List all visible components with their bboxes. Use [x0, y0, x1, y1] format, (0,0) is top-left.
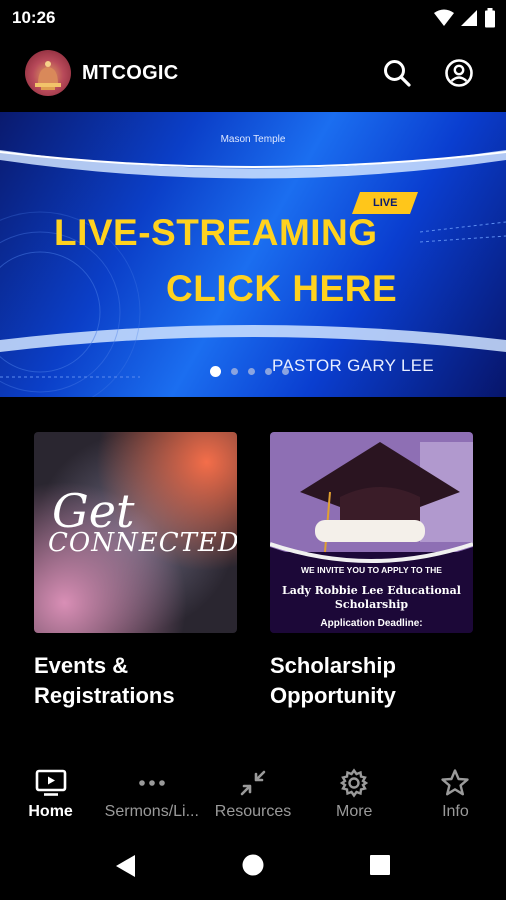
image-text-deadline: Application Deadline: — [320, 618, 423, 629]
account-icon — [445, 59, 473, 87]
card-title: Scholarship Opportunity — [270, 651, 473, 711]
image-text-invite: WE INVITE YOU TO APPLY TO THE — [301, 565, 442, 575]
more-horizontal-icon — [138, 780, 165, 786]
banner-background — [0, 150, 506, 397]
carousel-dot[interactable] — [265, 368, 272, 375]
app-title: MTCOGIC — [82, 62, 179, 84]
card-title-line2: Opportunity — [270, 683, 396, 708]
status-time: 10:26 — [12, 8, 56, 27]
bottom-navigation: Home Sermons/Li... Resources More Info — [0, 752, 506, 832]
live-badge: LIVE — [351, 192, 419, 214]
banner-headline: LIVE-STREAMING — [54, 212, 378, 253]
status-icons — [434, 8, 496, 28]
card-title-line1: Events & — [34, 653, 129, 678]
carousel-indicator — [210, 366, 289, 377]
live-badge-label: LIVE — [372, 197, 398, 209]
search-button[interactable] — [380, 56, 414, 90]
carousel-dot[interactable] — [210, 366, 221, 377]
carousel-dot[interactable] — [248, 368, 255, 375]
search-icon — [384, 60, 411, 87]
image-text-scholarship-name: Lady Robbie Lee Educational — [281, 584, 461, 597]
recents-icon[interactable] — [370, 855, 390, 875]
nav-resources[interactable]: Resources — [202, 752, 303, 832]
cell-signal-icon — [461, 10, 477, 26]
carousel-dot[interactable] — [231, 368, 238, 375]
nav-more-label: More — [335, 803, 373, 820]
card-title-line1: Scholarship — [270, 653, 396, 678]
battery-icon — [485, 8, 495, 28]
app-bar: MTCOGIC — [0, 36, 506, 112]
status-bar: 10:26 — [0, 0, 506, 36]
tv-icon — [35, 769, 66, 796]
carousel-dot[interactable] — [282, 368, 289, 375]
image-text-connected: CONNECTED — [48, 528, 237, 558]
nav-info[interactable]: Info — [405, 752, 506, 832]
nav-sermons[interactable]: Sermons/Li... — [101, 752, 202, 832]
banner-top-text: Mason Temple — [220, 134, 286, 145]
scholarship-image: WE INVITE YOU TO APPLY TO THE Lady Robbi… — [270, 432, 473, 633]
account-button[interactable] — [442, 56, 476, 90]
nav-sermons-label: Sermons/Li... — [104, 803, 199, 820]
nav-home[interactable]: Home — [0, 752, 101, 832]
live-stream-banner[interactable]: Mason Temple LIVE LIVE-STREAMING CLICK H… — [0, 112, 506, 397]
banner-subheadline: CLICK HERE — [166, 268, 398, 309]
star-icon — [441, 769, 470, 796]
get-connected-image: Get CONNECTED — [34, 432, 237, 633]
gear-icon — [340, 768, 369, 798]
nav-resources-label: Resources — [214, 803, 292, 820]
wifi-icon — [434, 9, 454, 26]
nav-more[interactable]: More — [304, 752, 405, 832]
church-logo — [25, 50, 71, 96]
card-title-line2: Registrations — [34, 683, 175, 708]
collapse-arrows-icon — [240, 770, 266, 796]
system-navigation-bar — [0, 832, 506, 900]
nav-home-label: Home — [28, 803, 73, 820]
home-circle-icon[interactable] — [242, 854, 264, 876]
banner-pastor: PASTOR GARY LEE — [272, 356, 434, 375]
card-events-registrations[interactable]: Get CONNECTED Events & Registrations — [34, 432, 237, 711]
image-text-scholarship: Scholarship — [334, 598, 409, 611]
back-icon[interactable] — [115, 854, 137, 878]
nav-info-label: Info — [442, 803, 469, 820]
card-title: Events & Registrations — [34, 651, 237, 711]
card-scholarship-opportunity[interactable]: WE INVITE YOU TO APPLY TO THE Lady Robbi… — [270, 432, 473, 711]
